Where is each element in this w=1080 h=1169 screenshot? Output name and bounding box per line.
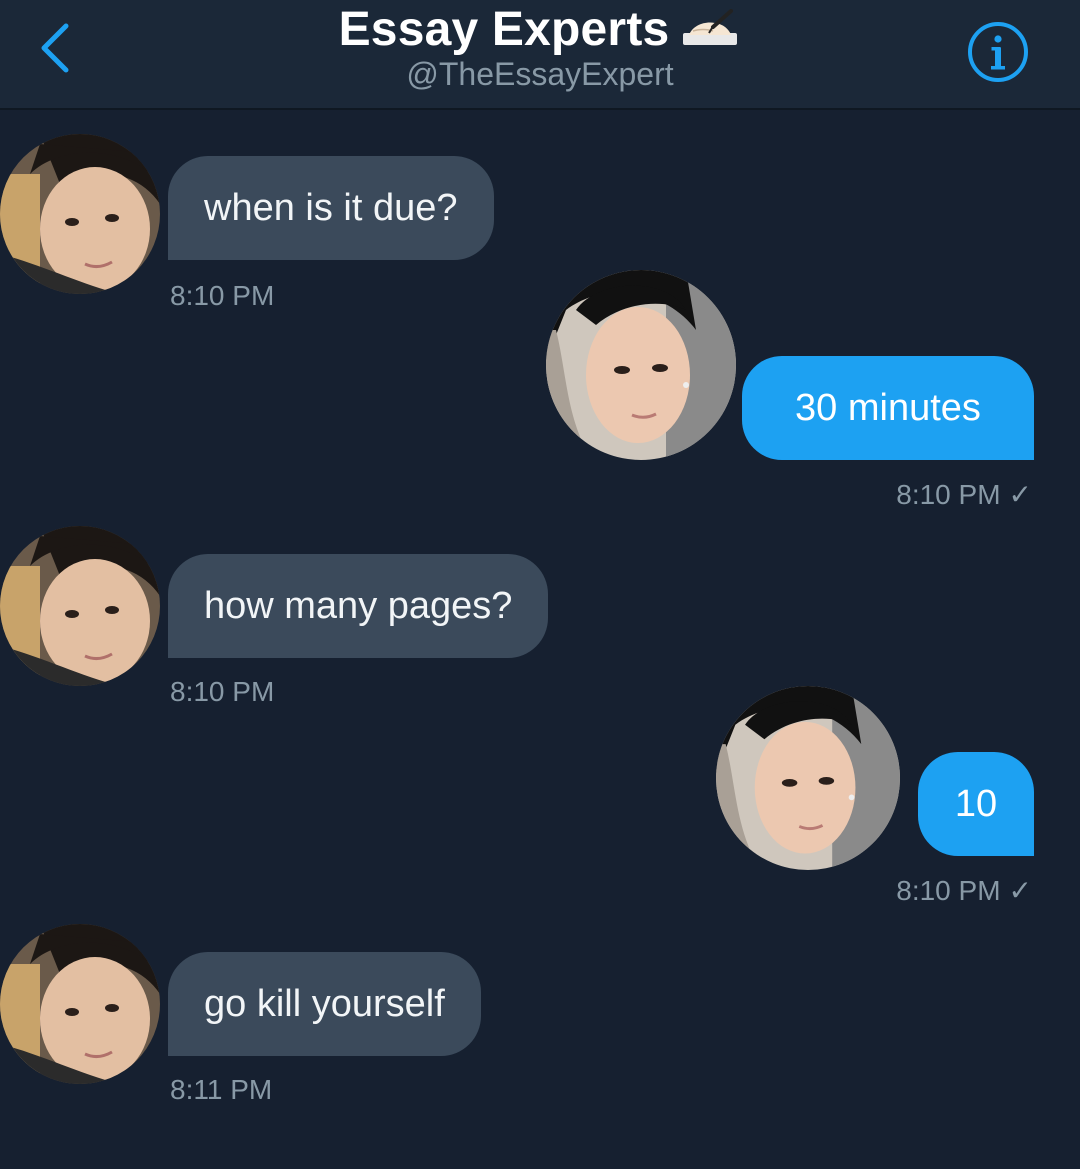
conversation-title[interactable]: Essay Experts — [0, 2, 1080, 57]
read-check-icon: ✓ — [1008, 479, 1032, 510]
timestamp-text: 8:10 PM — [896, 875, 1001, 906]
message-timestamp: 8:10 PM ✓ — [896, 874, 1032, 907]
timestamp-text: 8:11 PM — [170, 1074, 273, 1105]
message-timestamp: 8:11 PM — [170, 1074, 272, 1106]
timestamp-text: 8:10 PM — [170, 676, 275, 707]
received-message-bubble[interactable]: go kill yourself — [168, 952, 481, 1056]
contact-avatar[interactable] — [0, 526, 160, 686]
conversation-handle[interactable]: @TheEssayExpert — [0, 56, 1080, 93]
received-message-bubble[interactable]: how many pages? — [168, 554, 549, 658]
conversation-header: Essay Experts @TheEssayExpert — [0, 0, 1080, 110]
contact-avatar[interactable] — [0, 924, 160, 1084]
writing-hand-icon — [679, 6, 741, 46]
message-text: how many pages? — [204, 585, 513, 627]
timestamp-text: 8:10 PM — [170, 280, 275, 311]
message-timestamp: 8:10 PM — [170, 676, 274, 708]
info-circle-icon — [968, 22, 1028, 82]
user-avatar[interactable] — [546, 270, 736, 460]
received-message-bubble[interactable]: when is it due? — [168, 156, 494, 260]
message-text: go kill yourself — [204, 983, 445, 1025]
conversation-title-text: Essay Experts — [338, 3, 670, 56]
sent-message-bubble[interactable]: 10 — [918, 752, 1034, 856]
message-text: 10 — [954, 783, 998, 825]
message-text: 30 minutes — [795, 387, 981, 429]
message-timestamp: 8:10 PM ✓ — [896, 478, 1032, 511]
read-check-icon: ✓ — [1008, 875, 1032, 906]
user-avatar[interactable] — [716, 686, 900, 870]
sent-message-bubble[interactable]: 30 minutes — [742, 356, 1034, 460]
contact-avatar[interactable] — [0, 134, 160, 294]
message-timestamp: 8:10 PM — [170, 280, 274, 312]
timestamp-text: 8:10 PM — [896, 479, 1001, 510]
message-text: when is it due? — [204, 187, 458, 229]
info-button[interactable] — [966, 20, 1030, 84]
